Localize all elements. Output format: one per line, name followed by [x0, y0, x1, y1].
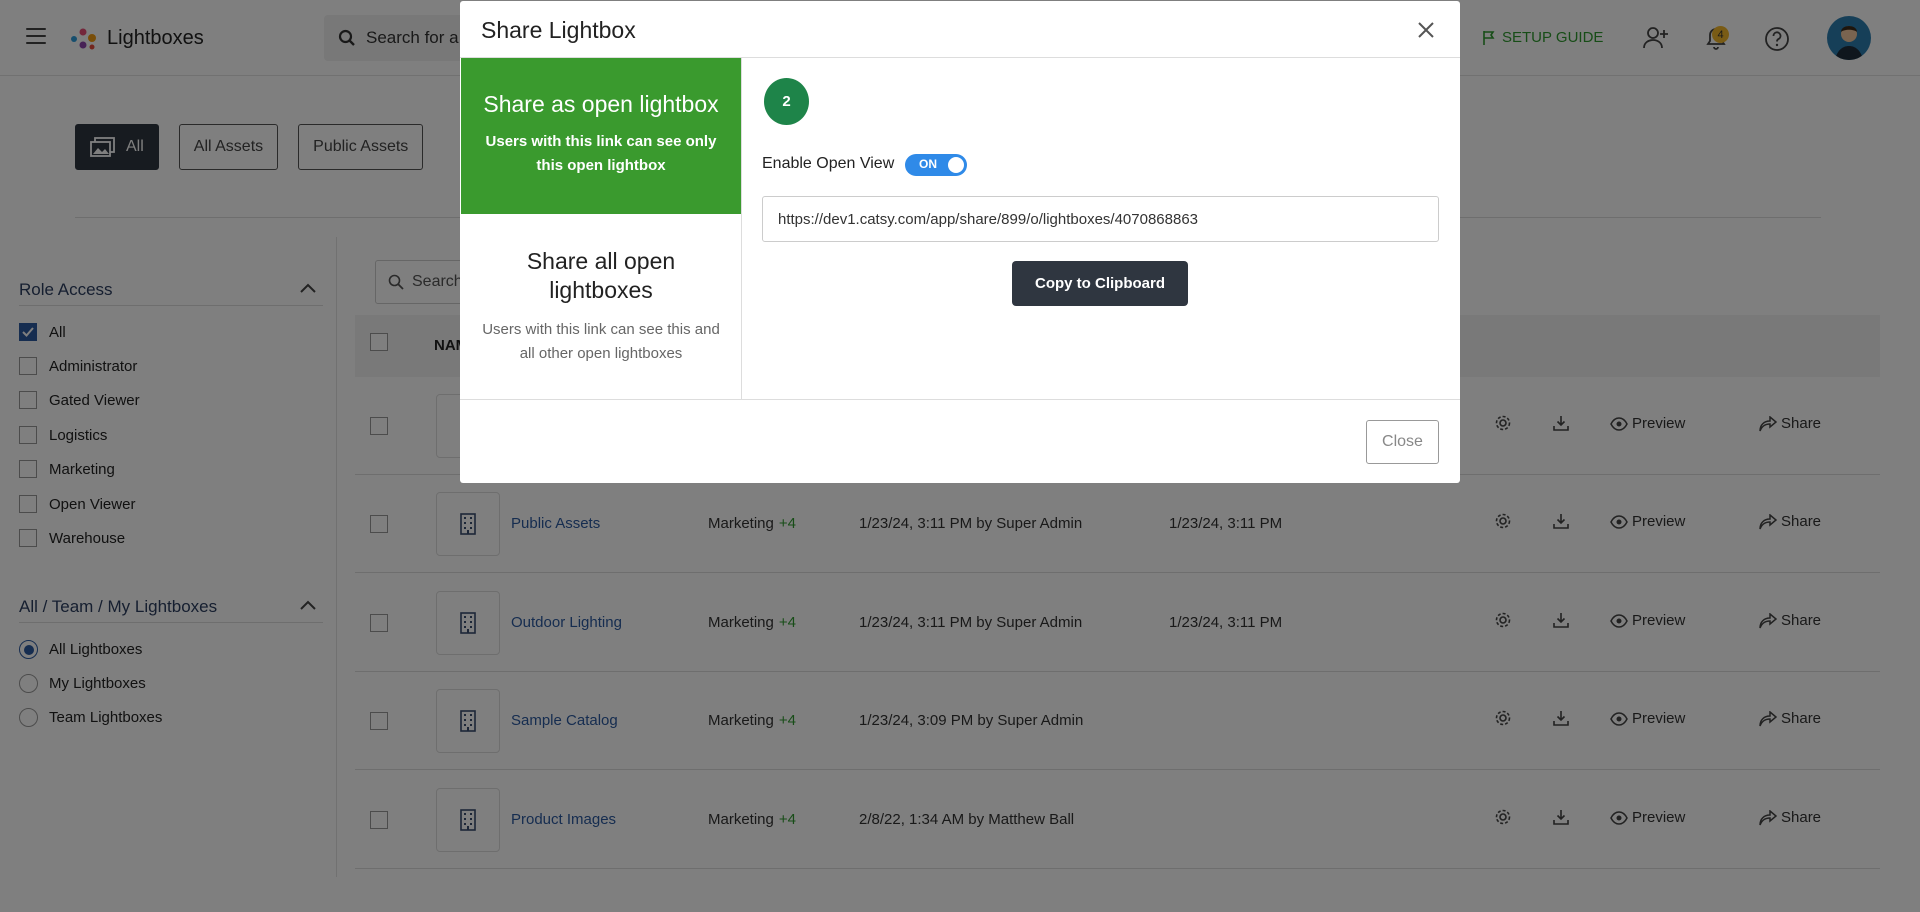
share-url-field[interactable]: https://dev1.catsy.com/app/share/899/o/l…	[762, 196, 1439, 242]
option-title: Share all open lightboxes	[526, 248, 676, 303]
enable-open-view-label: Enable Open View	[762, 155, 895, 172]
option-description: Users with this link can see this and al…	[482, 321, 720, 362]
share-open-lightbox-option[interactable]: Share as open lightbox Users with this l…	[461, 58, 741, 214]
open-view-toggle[interactable]: ON	[905, 154, 967, 176]
close-button[interactable]: Close	[1366, 420, 1439, 464]
option-description: Users with this link can see only this o…	[485, 133, 717, 174]
step-badge: 2	[764, 78, 809, 125]
toggle-state: ON	[919, 157, 937, 171]
copy-to-clipboard-button[interactable]: Copy to Clipboard	[1012, 261, 1188, 306]
divider	[460, 399, 1460, 400]
option-title: Share as open lightbox	[483, 91, 719, 117]
share-all-open-lightboxes-option[interactable]: Share all open lightboxes Users with thi…	[461, 214, 741, 399]
toggle-knob	[948, 157, 964, 173]
share-lightbox-modal: Share Lightbox Share as open lightbox Us…	[460, 1, 1460, 483]
divider	[741, 58, 742, 399]
modal-title: Share Lightbox	[481, 17, 636, 43]
close-icon[interactable]	[1416, 20, 1436, 40]
